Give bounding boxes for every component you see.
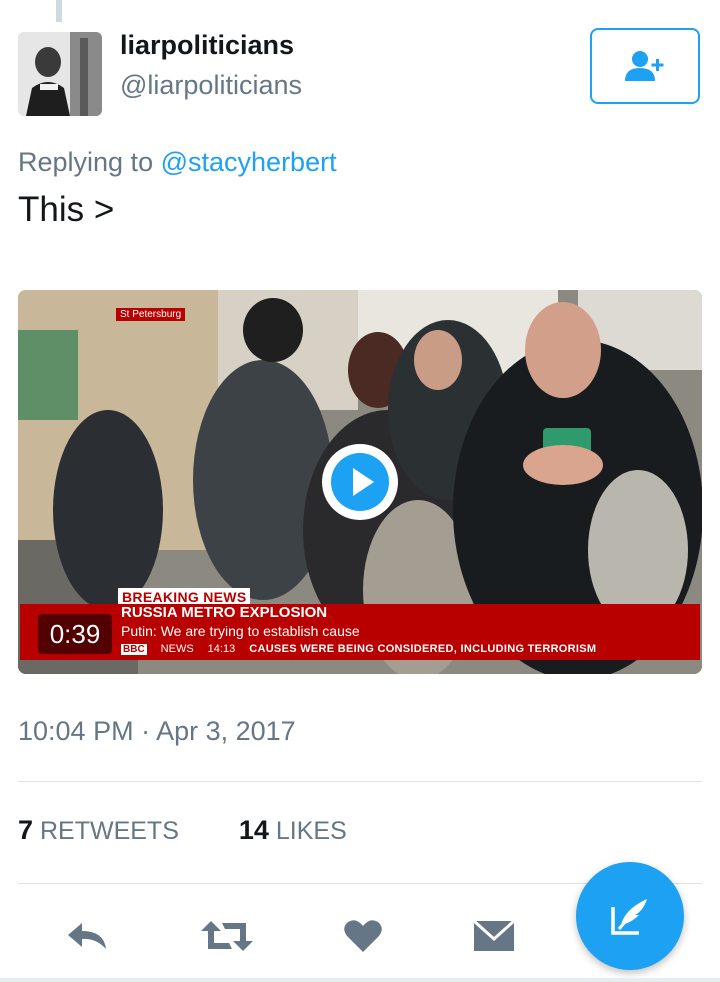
compose-icon [611, 899, 647, 935]
news-label: NEWS [160, 643, 194, 655]
play-icon [331, 453, 389, 511]
retweet-button[interactable] [197, 906, 257, 966]
retweets-label: RETWEETS [39, 817, 179, 845]
likes-label: LIKES [275, 817, 347, 845]
heart-icon [344, 920, 382, 952]
ticker-headline: RUSSIA METRO EXPLOSION [121, 604, 328, 621]
ticker-crawl-row: BBC NEWS 14:13 CAUSES WERE BEING CONSIDE… [121, 643, 596, 655]
direct-message-button[interactable] [464, 906, 524, 966]
user-handle[interactable]: @liarpoliticians [120, 70, 302, 101]
display-name[interactable]: liarpoliticians [120, 30, 294, 61]
avatar[interactable] [18, 32, 102, 116]
follow-button[interactable] [590, 28, 700, 104]
mention-link[interactable]: @stacyherbert [161, 147, 337, 177]
likes-count: 14 [238, 815, 269, 845]
bottom-divider [0, 978, 720, 982]
retweet-icon [201, 921, 253, 951]
likes-stat[interactable]: 14 LIKES [239, 815, 347, 846]
tweet-text: This > [18, 190, 115, 229]
divider [18, 781, 702, 782]
tweet-stats: 7 RETWEETS 14 LIKES [18, 815, 347, 846]
envelope-icon [473, 920, 515, 951]
bbc-logo: BBC [121, 643, 147, 655]
retweets-count: 7 [18, 815, 34, 845]
avatar-image [18, 32, 102, 116]
add-user-icon [625, 51, 664, 81]
location-tag: St Petersburg [116, 308, 186, 321]
like-button[interactable] [333, 906, 393, 966]
ticker-clock: 14:13 [207, 643, 236, 655]
compose-tweet-button[interactable] [576, 862, 684, 970]
ticker-subheadline: Putin: We are trying to establish cause [121, 623, 360, 639]
play-button[interactable] [322, 444, 398, 520]
reply-button[interactable] [58, 906, 118, 966]
reply-icon [68, 923, 106, 949]
tweet-timestamp: 10:04 PM · Apr 3, 2017 [18, 716, 296, 746]
replying-to: Replying to @stacyherbert [18, 147, 337, 178]
thread-connector-line [56, 0, 62, 22]
video-duration: 0:39 [38, 614, 112, 654]
ticker-crawl-text: CAUSES WERE BEING CONSIDERED, INCLUDING … [249, 643, 597, 655]
retweets-stat[interactable]: 7 RETWEETS [18, 815, 179, 846]
replying-prefix: Replying to [18, 147, 154, 177]
